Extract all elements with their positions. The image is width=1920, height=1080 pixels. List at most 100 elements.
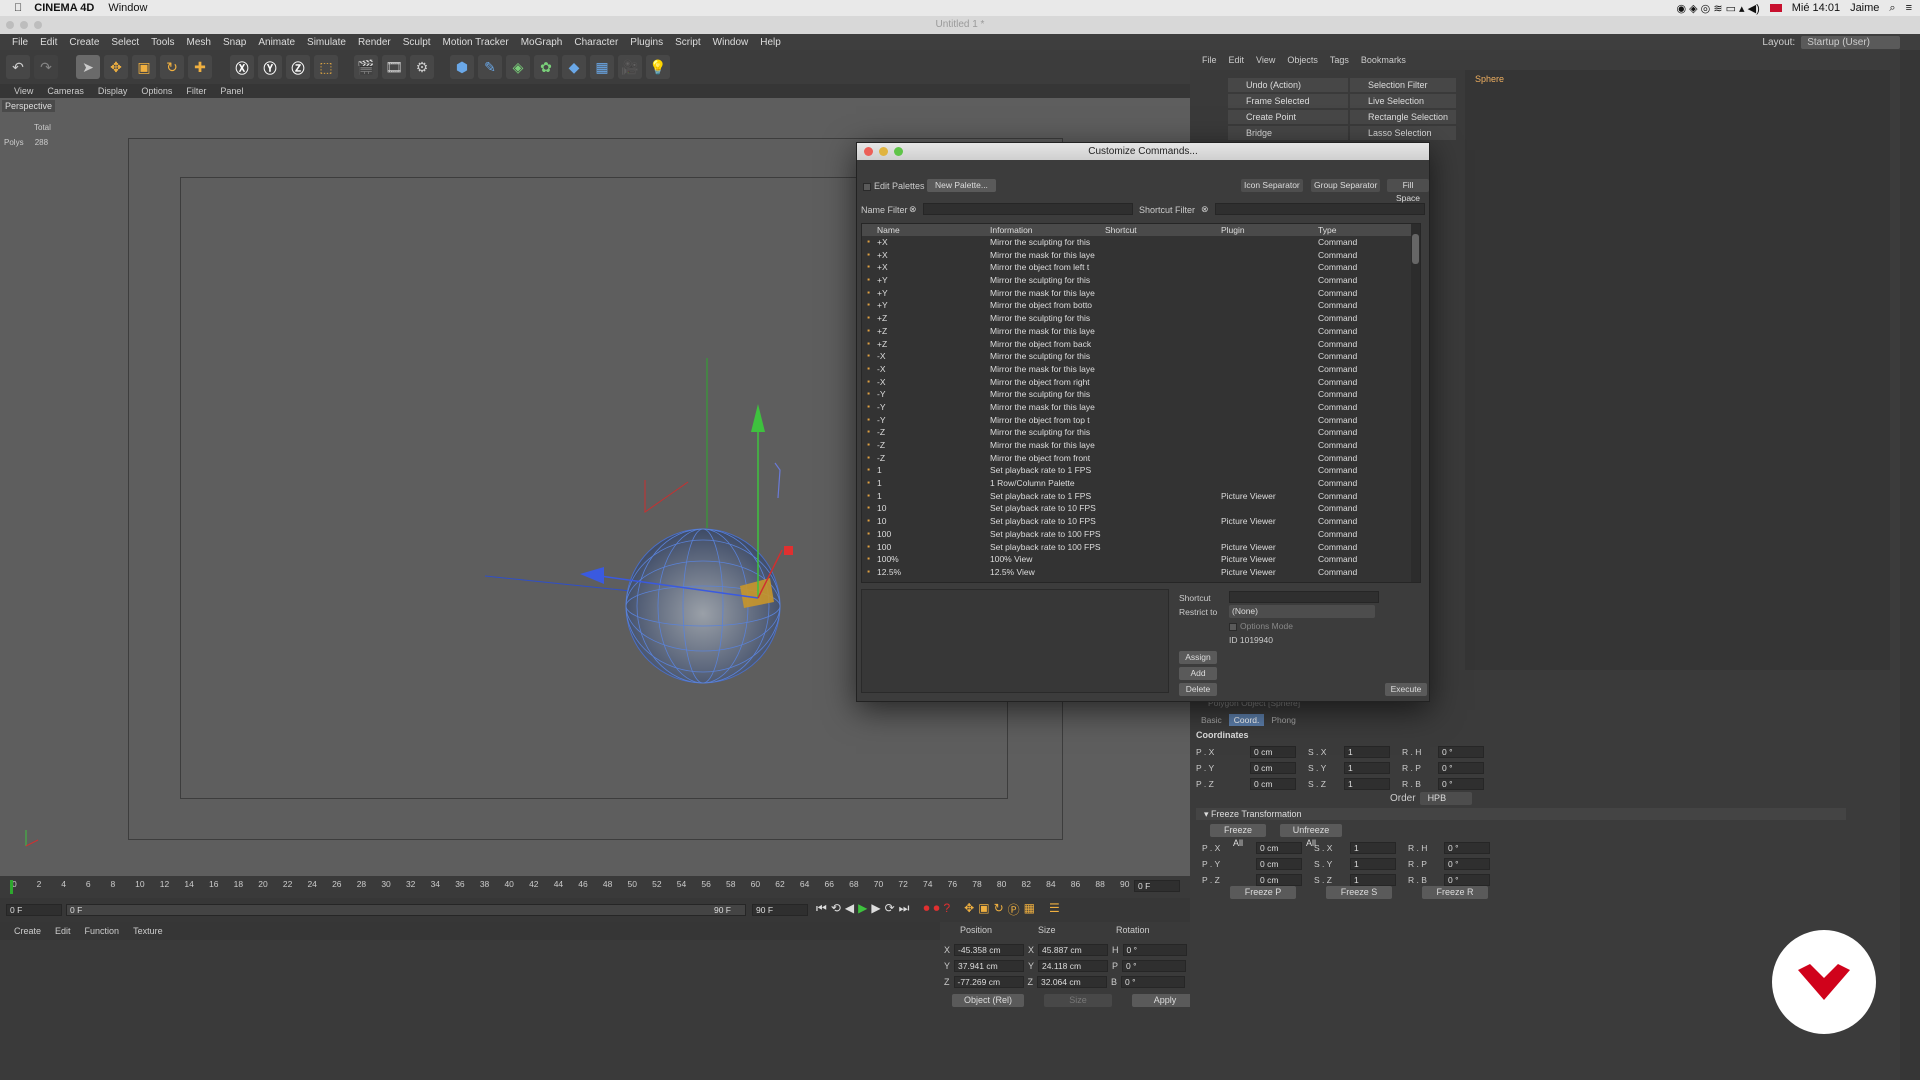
goto-end-icon[interactable]: ⏭ — [899, 901, 910, 918]
window-controls[interactable] — [6, 21, 42, 29]
group-separator-button[interactable]: Group Separator — [1311, 179, 1381, 192]
tab-coord[interactable]: Coord. — [1228, 714, 1265, 726]
playhead[interactable] — [10, 880, 13, 894]
layout-dropdown[interactable]: Startup (User) — [1801, 35, 1900, 49]
menu-motion-tracker[interactable]: Motion Tracker — [443, 37, 509, 48]
rotation-h-field[interactable]: 0 ° — [1122, 944, 1187, 956]
rotation-b-field[interactable]: 0 ° — [1121, 976, 1186, 988]
table-row[interactable]: ▪ -X Mirror the object from right Command — [862, 376, 1420, 389]
tab-phong[interactable]: Phong — [1266, 714, 1301, 726]
palette-lasso-selection[interactable]: Lasso Selection — [1350, 126, 1456, 140]
max-frame-field[interactable]: 90 F — [752, 904, 808, 916]
range-slider[interactable]: 0 F 90 F — [66, 904, 746, 916]
table-row[interactable]: ▪ +X Mirror the mask for this laye Command — [862, 249, 1420, 262]
execute-button[interactable]: Execute — [1385, 683, 1427, 696]
size-x-field[interactable]: 45.887 cm — [1038, 944, 1109, 956]
assign-button[interactable]: Assign — [1179, 651, 1217, 664]
side-tabs[interactable] — [1900, 50, 1920, 1080]
freeze-coord-s-field[interactable]: 1 — [1350, 874, 1396, 886]
object-sphere[interactable]: Sphere — [1475, 74, 1504, 84]
name-filter-input[interactable] — [923, 203, 1133, 215]
palette-live-selection[interactable]: Live Selection — [1350, 94, 1456, 108]
viewport-menu-cameras[interactable]: Cameras — [47, 86, 84, 96]
next-key-icon[interactable]: ⟳ — [885, 901, 895, 918]
coord-r-field[interactable]: 0 ° — [1438, 762, 1484, 774]
table-row[interactable]: ▪ +Y Mirror the object from botto Command — [862, 299, 1420, 312]
apple-icon[interactable]:  — [14, 2, 22, 14]
viewport-menu-panel[interactable]: Panel — [220, 86, 243, 96]
gizmo-x-handle[interactable] — [580, 567, 604, 584]
position-y-field[interactable]: 37.941 cm — [954, 960, 1025, 972]
table-row[interactable]: ▪ +X Mirror the sculpting for this Command — [862, 236, 1420, 249]
auto-key-icon[interactable]: ⏺ — [933, 901, 939, 918]
table-scrollbar[interactable] — [1411, 224, 1420, 582]
menu-tools[interactable]: Tools — [151, 37, 174, 48]
freeze-p-button[interactable]: Freeze P — [1230, 886, 1296, 899]
objects-menu-view[interactable]: View — [1256, 55, 1275, 65]
record-keys-icon[interactable]: ⏺ — [923, 901, 929, 918]
position-z-field[interactable]: -77.269 cm — [953, 976, 1024, 988]
timeline-ruler[interactable]: 0 2 4 6 8 10 12 14 16 18 20 22 24 26 28 30 32 34 36 38 40 42 4… — [0, 876, 1190, 898]
column-plugin[interactable]: Plugin — [1221, 224, 1318, 236]
cloner-icon[interactable]: ✿ — [534, 55, 558, 79]
menu-sculpt[interactable]: Sculpt — [403, 37, 431, 48]
menu-render[interactable]: Render — [358, 37, 391, 48]
table-row[interactable]: ▪ 1 1 Row/Column Palette Command — [862, 477, 1420, 490]
freeze-coord-r-field[interactable]: 0 ° — [1444, 874, 1490, 886]
table-row[interactable]: ▪ 1 Set playback rate to 1 FPS Command — [862, 464, 1420, 477]
floor-icon[interactable]: ▦ — [590, 55, 614, 79]
menu-character[interactable]: Character — [574, 37, 618, 48]
table-row[interactable]: ▪ -X Mirror the sculpting for this Command — [862, 350, 1420, 363]
y-axis-lock-icon[interactable]: Ⓨ — [258, 55, 282, 79]
menu-select[interactable]: Select — [111, 37, 139, 48]
material-menu-function[interactable]: Function — [85, 926, 120, 936]
freeze-coord-r-field[interactable]: 0 ° — [1444, 842, 1490, 854]
coord-r-field[interactable]: 0 ° — [1438, 746, 1484, 758]
current-frame-field[interactable]: 0 F — [6, 904, 62, 916]
subdivision-icon[interactable]: ◈ — [506, 55, 530, 79]
position-x-field[interactable]: -45.358 cm — [954, 944, 1025, 956]
shortcut-filter-input[interactable] — [1215, 203, 1425, 215]
key-scale-icon[interactable]: ▣ — [978, 901, 989, 918]
table-row[interactable]: ▪ 100 Set playback rate to 100 FPS Command — [862, 528, 1420, 541]
table-row[interactable]: ▪ +Z Mirror the sculpting for this Command — [862, 312, 1420, 325]
key-pla-icon[interactable]: ▦ — [1024, 901, 1035, 918]
rotation-p-field[interactable]: 0 ° — [1122, 960, 1187, 972]
table-row[interactable]: ▪ -X Mirror the mask for this laye Command — [862, 363, 1420, 376]
table-row[interactable]: ▪ +Z Mirror the object from back Command — [862, 338, 1420, 351]
coord-mode-dropdown[interactable]: Object (Rel) — [952, 994, 1024, 1007]
table-row[interactable]: ▪ 12.5% 12.5% View Picture Viewer Command — [862, 566, 1420, 579]
delete-button[interactable]: Delete — [1179, 683, 1217, 696]
table-row[interactable]: ▪ -Y Mirror the object from top t Command — [862, 414, 1420, 427]
menu-file[interactable]: File — [12, 37, 28, 48]
coord-p-field[interactable]: 0 cm — [1250, 746, 1296, 758]
menu-help[interactable]: Help — [760, 37, 781, 48]
user-menu[interactable]: Jaime — [1850, 2, 1879, 14]
commands-table[interactable]: Name Information Shortcut Plugin Type ▪ +… — [861, 223, 1421, 583]
menu-mograph[interactable]: MoGraph — [521, 37, 563, 48]
add-tool-icon[interactable]: ✚ — [188, 55, 212, 79]
selection-tool-icon[interactable]: ➤ — [76, 55, 100, 79]
key-position-icon[interactable]: ✥ — [964, 901, 974, 918]
order-dropdown[interactable]: HPB — [1419, 792, 1472, 805]
freeze-coord-s-field[interactable]: 1 — [1350, 858, 1396, 870]
freeze-all-button[interactable]: Freeze All — [1210, 824, 1266, 848]
coord-p-field[interactable]: 0 cm — [1250, 762, 1296, 774]
z-axis-lock-icon[interactable]: Ⓩ — [286, 55, 310, 79]
table-row[interactable]: ▪ 100% 100% View Picture Viewer Command — [862, 553, 1420, 566]
apply-button[interactable]: Apply — [1132, 994, 1198, 1007]
scroll-thumb[interactable] — [1412, 234, 1419, 264]
viewport-menu-filter[interactable]: Filter — [186, 86, 206, 96]
zoom-icon[interactable] — [894, 147, 903, 156]
palette-rectangle-selection[interactable]: Rectangle Selection — [1350, 110, 1456, 124]
key-selection-icon[interactable]: ? — [943, 901, 950, 918]
objects-menu-bookmarks[interactable]: Bookmarks — [1361, 55, 1406, 65]
render-view-icon[interactable]: 🎬 — [354, 55, 378, 79]
table-row[interactable]: ▪ 10 Set playback rate to 10 FPS Command — [862, 502, 1420, 515]
tab-basic[interactable]: Basic — [1196, 714, 1227, 726]
viewport-menu-options[interactable]: Options — [141, 86, 172, 96]
freeze-r-button[interactable]: Freeze R — [1422, 886, 1488, 899]
material-manager[interactable]: Create Edit Function Texture — [0, 922, 940, 1080]
menu-plugins[interactable]: Plugins — [630, 37, 663, 48]
spline-pen-icon[interactable]: ✎ — [478, 55, 502, 79]
